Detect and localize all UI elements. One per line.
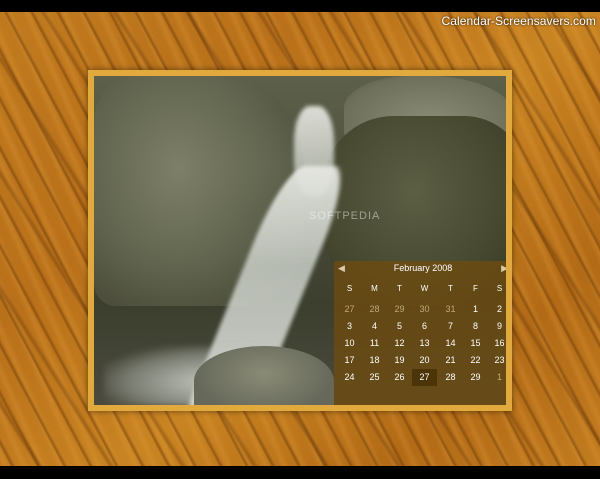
calendar-day[interactable]: 7 [438, 318, 463, 335]
waterfall-photo: SOFTPEDIA ◀ February 2008 ▶ SMTWTFS 27 28… [94, 76, 506, 405]
calendar-day[interactable]: 29 [463, 369, 488, 386]
calendar-day[interactable]: 13 [412, 335, 437, 352]
weekday-label: T [397, 284, 402, 293]
weekday-label: T [448, 284, 453, 293]
brand-label: Calendar-Screensavers.com [441, 14, 596, 28]
calendar-day[interactable]: 18 [362, 352, 387, 369]
weekday-label: S [496, 284, 503, 293]
calendar-day[interactable]: 28 [362, 301, 387, 318]
calendar-day[interactable]: 14 [438, 335, 463, 352]
calendar-widget: ◀ February 2008 ▶ SMTWTFS 27 28 29 30 31 1 2 3 4… [334, 261, 506, 405]
calendar-day[interactable]: 20 [412, 352, 437, 369]
calendar-day[interactable]: 17 [337, 352, 362, 369]
calendar-day[interactable]: 19 [387, 352, 412, 369]
calendar-day[interactable]: 5 [387, 318, 412, 335]
weekday-label: M [371, 284, 378, 293]
calendar-day[interactable]: 28 [438, 369, 463, 386]
calendar-day[interactable]: 10 [337, 335, 362, 352]
calendar-day[interactable]: 22 [463, 352, 488, 369]
calendar-day[interactable]: 27 [337, 301, 362, 318]
calendar-day[interactable]: 8 [463, 318, 488, 335]
calendar-day[interactable]: 26 [387, 369, 412, 386]
calendar-day[interactable]: 15 [463, 335, 488, 352]
weekday-header: SMTWTFS [334, 284, 506, 296]
calendar-day[interactable]: 4 [362, 318, 387, 335]
watermark: SOFTPEDIA [309, 210, 381, 222]
day-grid: 27 28 29 30 31 1 2 3 4 5 6 7 8 9 10 11 12 13 14 15 16 17 18 19 2… [334, 301, 506, 405]
calendar-day[interactable]: 11 [362, 335, 387, 352]
calendar-day[interactable]: 25 [362, 369, 387, 386]
calendar-day[interactable]: 30 [412, 301, 437, 318]
weekday-label: F [473, 284, 478, 293]
bottom-bar [0, 466, 600, 479]
calendar-day[interactable]: 16 [487, 335, 506, 352]
calendar-day[interactable]: 24 [337, 369, 362, 386]
month-label: February 2008 [393, 263, 453, 273]
calendar-day[interactable]: 21 [438, 352, 463, 369]
weekday-label: S [346, 284, 353, 293]
calendar-day[interactable]: 1 [487, 369, 506, 386]
calendar-day[interactable]: 27 [412, 369, 437, 386]
calendar-day[interactable]: 31 [438, 301, 463, 318]
photo-frame: SOFTPEDIA ◀ February 2008 ▶ SMTWTFS 27 28… [88, 70, 512, 411]
calendar-day[interactable]: 23 [487, 352, 506, 369]
weekday-label: W [420, 284, 429, 293]
chevron-right-icon[interactable]: ▶ [501, 263, 506, 274]
calendar-day[interactable]: 9 [487, 318, 506, 335]
calendar-day[interactable]: 2 [487, 301, 506, 318]
calendar-day[interactable]: 29 [387, 301, 412, 318]
calendar-day[interactable]: 3 [337, 318, 362, 335]
calendar-day[interactable]: 6 [412, 318, 437, 335]
calendar-header: ◀ February 2008 ▶ [334, 261, 506, 277]
top-bar [0, 0, 600, 12]
calendar-day[interactable]: 12 [387, 335, 412, 352]
calendar-day[interactable]: 1 [463, 301, 488, 318]
